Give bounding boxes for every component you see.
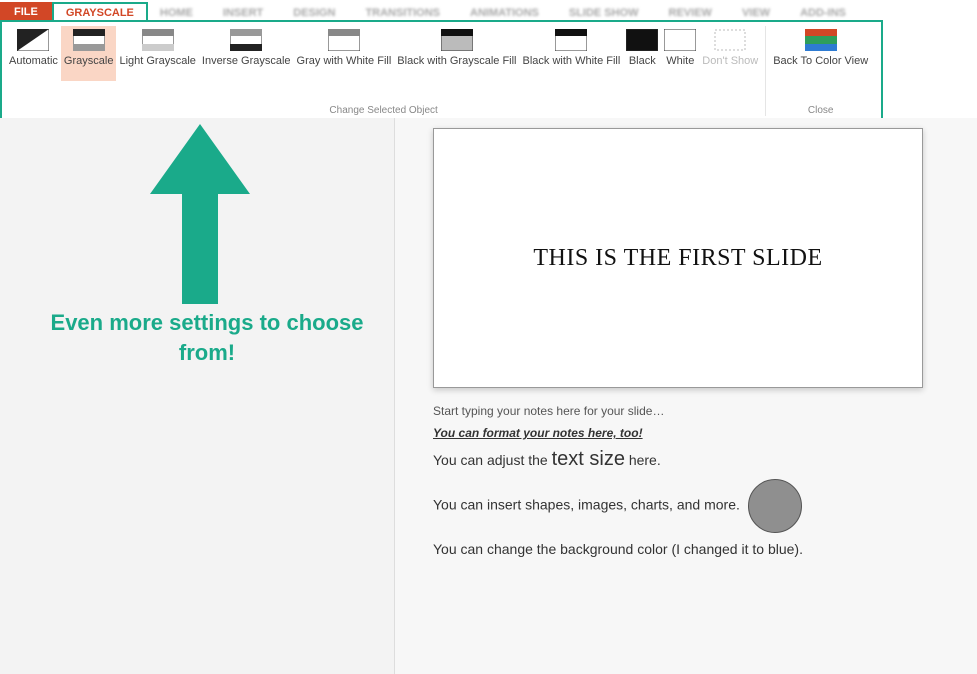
gray-white-fill-icon: [328, 29, 360, 51]
black-white-fill-icon: [555, 29, 587, 51]
btn-gray-white-fill[interactable]: Gray with White Fill: [294, 26, 395, 81]
annotation-arrow-icon: [140, 124, 260, 304]
black-grayscale-fill-icon: [441, 29, 473, 51]
notes-shape-circle[interactable]: [748, 479, 802, 533]
white-icon: [664, 29, 696, 51]
btn-black-grayscale-fill[interactable]: Black with Grayscale Fill: [394, 26, 519, 81]
notes-insert-line: You can insert shapes, images, charts, a…: [433, 479, 961, 533]
notes-size-line: You can adjust the text size here.: [433, 448, 961, 471]
notes-placeholder: Start typing your notes here for your sl…: [433, 404, 961, 418]
notes-pane[interactable]: Start typing your notes here for your sl…: [433, 404, 961, 557]
group-label-change: Change Selected Object: [2, 105, 765, 116]
label-dont-show: Don't Show: [702, 55, 758, 81]
notes-size-mid: text size: [552, 448, 625, 470]
dont-show-icon: [714, 29, 746, 51]
label-grayscale: Grayscale: [64, 55, 114, 81]
editor-pane: This is the first slide Start typing you…: [395, 118, 977, 674]
label-gray-white-fill: Gray with White Fill: [297, 55, 392, 81]
notes-insert-text: You can insert shapes, images, charts, a…: [433, 497, 740, 513]
label-light-grayscale: Light Grayscale: [119, 55, 195, 81]
tab-strip: FILE GRAYSCALE HOME INSERT DESIGN TRANSI…: [0, 0, 977, 22]
group-label-close: Close: [766, 105, 875, 116]
inverse-grayscale-icon: [230, 29, 262, 51]
btn-grayscale[interactable]: Grayscale: [61, 26, 117, 81]
notes-bg-line: You can change the background color (I c…: [433, 541, 961, 557]
group-close: Back To Color View Close: [766, 26, 875, 116]
tab-design[interactable]: DESIGN: [281, 4, 347, 22]
notes-format-line: You can format your notes here, too!: [433, 426, 961, 440]
label-automatic: Automatic: [9, 55, 58, 81]
black-icon: [626, 29, 658, 51]
slide-title: This is the first slide: [533, 245, 822, 272]
btn-black-white-fill[interactable]: Black with White Fill: [520, 26, 624, 81]
tab-addins[interactable]: ADD-INS: [788, 4, 858, 22]
btn-automatic[interactable]: Automatic: [6, 26, 61, 81]
tab-file[interactable]: FILE: [0, 2, 52, 22]
label-back-to-color: Back To Color View: [773, 55, 868, 81]
tab-view[interactable]: VIEW: [730, 4, 782, 22]
tab-home[interactable]: HOME: [148, 4, 205, 22]
ribbon-grayscale: Automatic Grayscale Light Grayscale Inve…: [0, 20, 883, 120]
btn-dont-show[interactable]: Don't Show: [699, 26, 761, 81]
grayscale-icon: [73, 29, 105, 51]
tab-insert[interactable]: INSERT: [211, 4, 275, 22]
label-white: White: [666, 55, 694, 81]
group-change-selected-object: Automatic Grayscale Light Grayscale Inve…: [2, 26, 766, 116]
label-black-grayscale-fill: Black with Grayscale Fill: [397, 55, 516, 81]
tab-slideshow[interactable]: SLIDE SHOW: [557, 4, 651, 22]
tab-transitions[interactable]: TRANSITIONS: [353, 4, 452, 22]
annotation-text: Even more settings to choose from!: [50, 308, 364, 367]
notes-size-pre: You can adjust the: [433, 452, 552, 468]
automatic-icon: [17, 29, 49, 51]
label-inverse-grayscale: Inverse Grayscale: [202, 55, 291, 81]
label-black: Black: [629, 55, 656, 81]
btn-white[interactable]: White: [661, 26, 699, 81]
light-grayscale-icon: [142, 29, 174, 51]
tab-grayscale[interactable]: GRAYSCALE: [52, 2, 148, 22]
label-black-white-fill: Black with White Fill: [523, 55, 621, 81]
tab-review[interactable]: REVIEW: [657, 4, 724, 22]
btn-inverse-grayscale[interactable]: Inverse Grayscale: [199, 26, 294, 81]
back-to-color-icon: [805, 29, 837, 51]
workspace: Even more settings to choose from! This …: [0, 118, 977, 674]
slide-canvas[interactable]: This is the first slide: [433, 128, 923, 388]
btn-light-grayscale[interactable]: Light Grayscale: [116, 26, 198, 81]
thumbnail-pane[interactable]: Even more settings to choose from!: [0, 118, 395, 674]
btn-back-to-color-view[interactable]: Back To Color View: [770, 26, 871, 81]
btn-black[interactable]: Black: [623, 26, 661, 81]
tab-animations[interactable]: ANIMATIONS: [458, 4, 551, 22]
notes-size-post: here.: [625, 452, 661, 468]
